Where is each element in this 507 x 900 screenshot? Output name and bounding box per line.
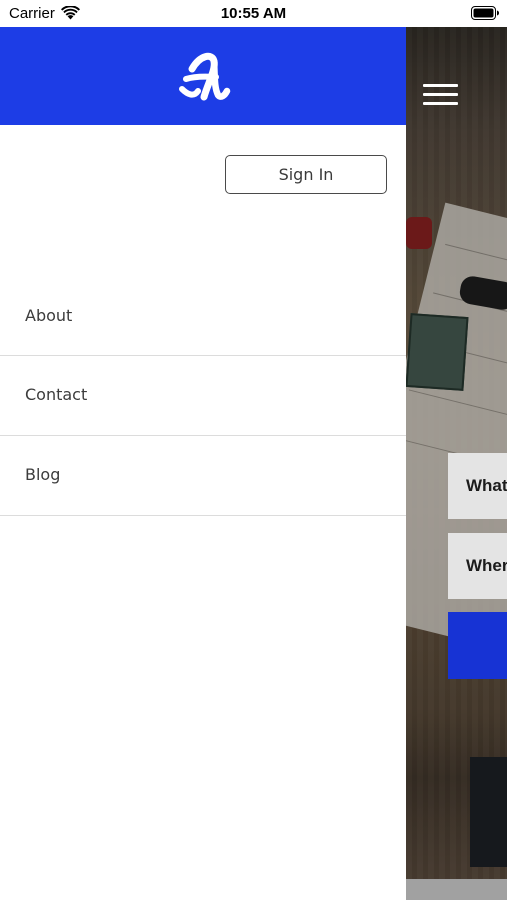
search-button[interactable] bbox=[448, 612, 507, 679]
question-label-what: What bbox=[466, 476, 507, 495]
clock: 10:55 AM bbox=[220, 5, 287, 22]
battery-icon bbox=[471, 6, 499, 20]
hamburger-menu-icon[interactable] bbox=[423, 82, 459, 108]
question-input-what[interactable]: What bbox=[448, 453, 507, 519]
side-drawer: Sign In About Contact Blog bbox=[0, 27, 406, 900]
drawer-header bbox=[0, 27, 406, 125]
question-input-where[interactable]: Wher bbox=[448, 533, 507, 599]
nav-item-label: Blog bbox=[25, 465, 61, 484]
nav-item-label: About bbox=[25, 306, 73, 325]
status-bar: Carrier 10:55 AM bbox=[0, 0, 507, 27]
nav-item-label: Contact bbox=[25, 385, 88, 404]
question-label-where: Wher bbox=[466, 556, 507, 575]
logo-icon bbox=[179, 52, 231, 101]
nav-item-about[interactable]: About bbox=[0, 277, 406, 356]
nav-item-contact[interactable]: Contact bbox=[0, 356, 406, 436]
nav-item-blog[interactable]: Blog bbox=[0, 436, 406, 516]
sign-in-button[interactable]: Sign In bbox=[225, 155, 387, 194]
drawer-nav: About Contact Blog bbox=[0, 277, 406, 516]
